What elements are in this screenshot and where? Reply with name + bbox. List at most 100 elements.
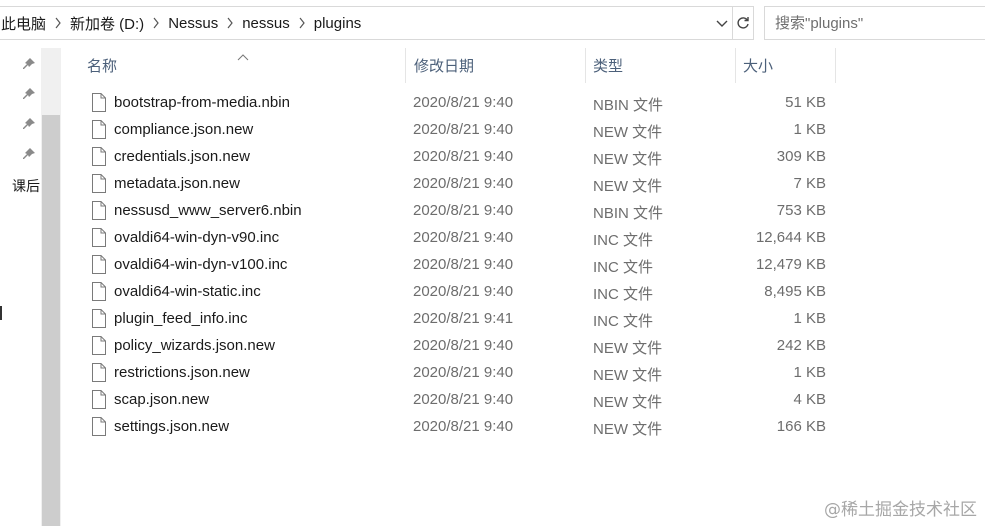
search-input[interactable]: [775, 8, 975, 38]
file-name: ovaldi64-win-static.inc: [114, 283, 261, 300]
file-row[interactable]: ovaldi64-win-static.inc 2020/8/21 9:40 INC…: [0, 279, 985, 306]
file-date: 2020/8/21 9:40: [413, 364, 514, 381]
file-icon: [91, 228, 106, 247]
file-icon: [91, 390, 106, 409]
column-headers: 名称 修改日期 类型 大小: [76, 48, 836, 83]
breadcrumb-nessus-upper[interactable]: Nessus: [163, 15, 223, 32]
file-icon: [91, 174, 106, 193]
file-size: 753 KB: [776, 202, 826, 219]
file-row[interactable]: ovaldi64-win-dyn-v100.inc 2020/8/21 9:40 I…: [0, 252, 985, 279]
breadcrumb-nessus[interactable]: nessus: [237, 15, 295, 32]
breadcrumb: 此电脑 新加卷 (D:) Nessus nessus plugins: [0, 7, 366, 39]
file-row[interactable]: bootstrap-from-media.nbin 2020/8/21 9:40 N…: [0, 90, 985, 117]
file-row[interactable]: credentials.json.new 2020/8/21 9:40 NEW 文件…: [0, 144, 985, 171]
chevron-right-icon[interactable]: [223, 16, 237, 30]
pin-icon: [22, 57, 38, 73]
file-icon: [91, 282, 106, 301]
file-type: NBIN 文件: [593, 97, 664, 114]
file-icon: [91, 255, 106, 274]
file-date: 2020/8/21 9:40: [413, 283, 514, 300]
file-type: NEW 文件: [593, 178, 663, 195]
file-row[interactable]: plugin_feed_info.inc 2020/8/21 9:41 INC 文件…: [0, 306, 985, 333]
file-name: policy_wizards.json.new: [114, 337, 275, 354]
search-box[interactable]: [764, 6, 985, 40]
chevron-down-icon[interactable]: [714, 15, 730, 31]
file-icon: [91, 309, 106, 328]
file-icon: [91, 93, 106, 112]
file-row[interactable]: compliance.json.new 2020/8/21 9:40 NEW 文件 1…: [0, 117, 985, 144]
file-date: 2020/8/21 9:40: [413, 229, 514, 246]
file-size: 1 KB: [793, 121, 826, 138]
file-type: INC 文件: [593, 259, 654, 276]
file-size: 309 KB: [776, 148, 826, 165]
file-date: 2020/8/21 9:40: [413, 202, 514, 219]
watermark: @稀土掘金技术社区: [824, 500, 977, 520]
refresh-icon: [736, 17, 749, 29]
column-header-size-label: 大小: [743, 58, 774, 75]
chevron-right-icon[interactable]: [51, 16, 65, 30]
file-size: 12,479 KB: [755, 256, 826, 273]
file-date: 2020/8/21 9:40: [413, 337, 514, 354]
file-name: plugin_feed_info.inc: [114, 310, 248, 327]
file-date: 2020/8/21 9:40: [413, 391, 514, 408]
file-name: credentials.json.new: [114, 148, 250, 165]
file-name: restrictions.json.new: [114, 364, 250, 381]
file-row[interactable]: ovaldi64-win-dyn-v90.inc 2020/8/21 9:40 IN…: [0, 225, 985, 252]
file-size: 1 KB: [793, 364, 826, 381]
file-icon: [91, 120, 106, 139]
file-icon: [91, 147, 106, 166]
column-header-size[interactable]: 大小: [736, 48, 836, 83]
file-row[interactable]: policy_wizards.json.new 2020/8/21 9:40 NEW…: [0, 333, 985, 360]
file-row[interactable]: settings.json.new 2020/8/21 9:40 NEW 文件 166…: [0, 414, 985, 441]
file-type: NEW 文件: [593, 367, 663, 384]
file-date: 2020/8/21 9:40: [413, 175, 514, 192]
column-header-name[interactable]: 名称: [76, 48, 406, 83]
address-bar[interactable]: 此电脑 新加卷 (D:) Nessus nessus plugins: [0, 6, 733, 40]
file-size: 51 KB: [785, 94, 826, 111]
file-icon: [91, 336, 106, 355]
column-header-date[interactable]: 修改日期: [406, 48, 586, 83]
file-date: 2020/8/21 9:40: [413, 94, 514, 111]
file-icon: [91, 417, 106, 436]
breadcrumb-plugins[interactable]: plugins: [309, 15, 367, 32]
file-row[interactable]: metadata.json.new 2020/8/21 9:40 NEW 文件 7 K…: [0, 171, 985, 198]
file-size: 7 KB: [793, 175, 826, 192]
file-icon: [91, 201, 106, 220]
file-type: NEW 文件: [593, 394, 663, 411]
file-date: 2020/8/21 9:40: [413, 148, 514, 165]
column-header-type-label: 类型: [593, 58, 624, 75]
file-name: ovaldi64-win-dyn-v100.inc: [114, 256, 288, 273]
file-type: NEW 文件: [593, 151, 663, 168]
file-size: 242 KB: [776, 337, 826, 354]
file-name: scap.json.new: [114, 391, 210, 408]
file-name: metadata.json.new: [114, 175, 240, 192]
file-name: settings.json.new: [114, 418, 230, 435]
file-row[interactable]: restrictions.json.new 2020/8/21 9:40 NEW 文…: [0, 360, 985, 387]
file-type: NEW 文件: [593, 340, 663, 357]
breadcrumb-drive[interactable]: 新加卷 (D:): [65, 13, 149, 34]
chevron-right-icon[interactable]: [295, 16, 309, 30]
file-row[interactable]: nessusd_www_server6.nbin 2020/8/21 9:40 NB…: [0, 198, 985, 225]
column-header-date-label: 修改日期: [414, 58, 475, 75]
file-type: NEW 文件: [593, 421, 663, 438]
file-size: 1 KB: [793, 310, 826, 327]
file-icon: [91, 363, 106, 382]
file-size: 8,495 KB: [764, 283, 826, 300]
file-date: 2020/8/21 9:40: [413, 256, 514, 273]
chevron-right-icon[interactable]: [149, 16, 163, 30]
file-type: NEW 文件: [593, 124, 663, 141]
file-type: NBIN 文件: [593, 205, 664, 222]
file-size: 12,644 KB: [755, 229, 826, 246]
file-type: INC 文件: [593, 286, 654, 303]
file-name: nessusd_www_server6.nbin: [114, 202, 302, 219]
file-date: 2020/8/21 9:40: [413, 121, 514, 138]
refresh-button[interactable]: [732, 6, 754, 40]
column-header-name-label: 名称: [87, 58, 118, 75]
file-row[interactable]: scap.json.new 2020/8/21 9:40 NEW 文件 4 KB: [0, 387, 985, 414]
file-name: compliance.json.new: [114, 121, 254, 138]
column-header-type[interactable]: 类型: [586, 48, 736, 83]
file-size: 4 KB: [793, 391, 826, 408]
file-date: 2020/8/21 9:40: [413, 418, 514, 435]
breadcrumb-this-pc[interactable]: 此电脑: [0, 13, 51, 34]
file-name: bootstrap-from-media.nbin: [114, 94, 290, 111]
